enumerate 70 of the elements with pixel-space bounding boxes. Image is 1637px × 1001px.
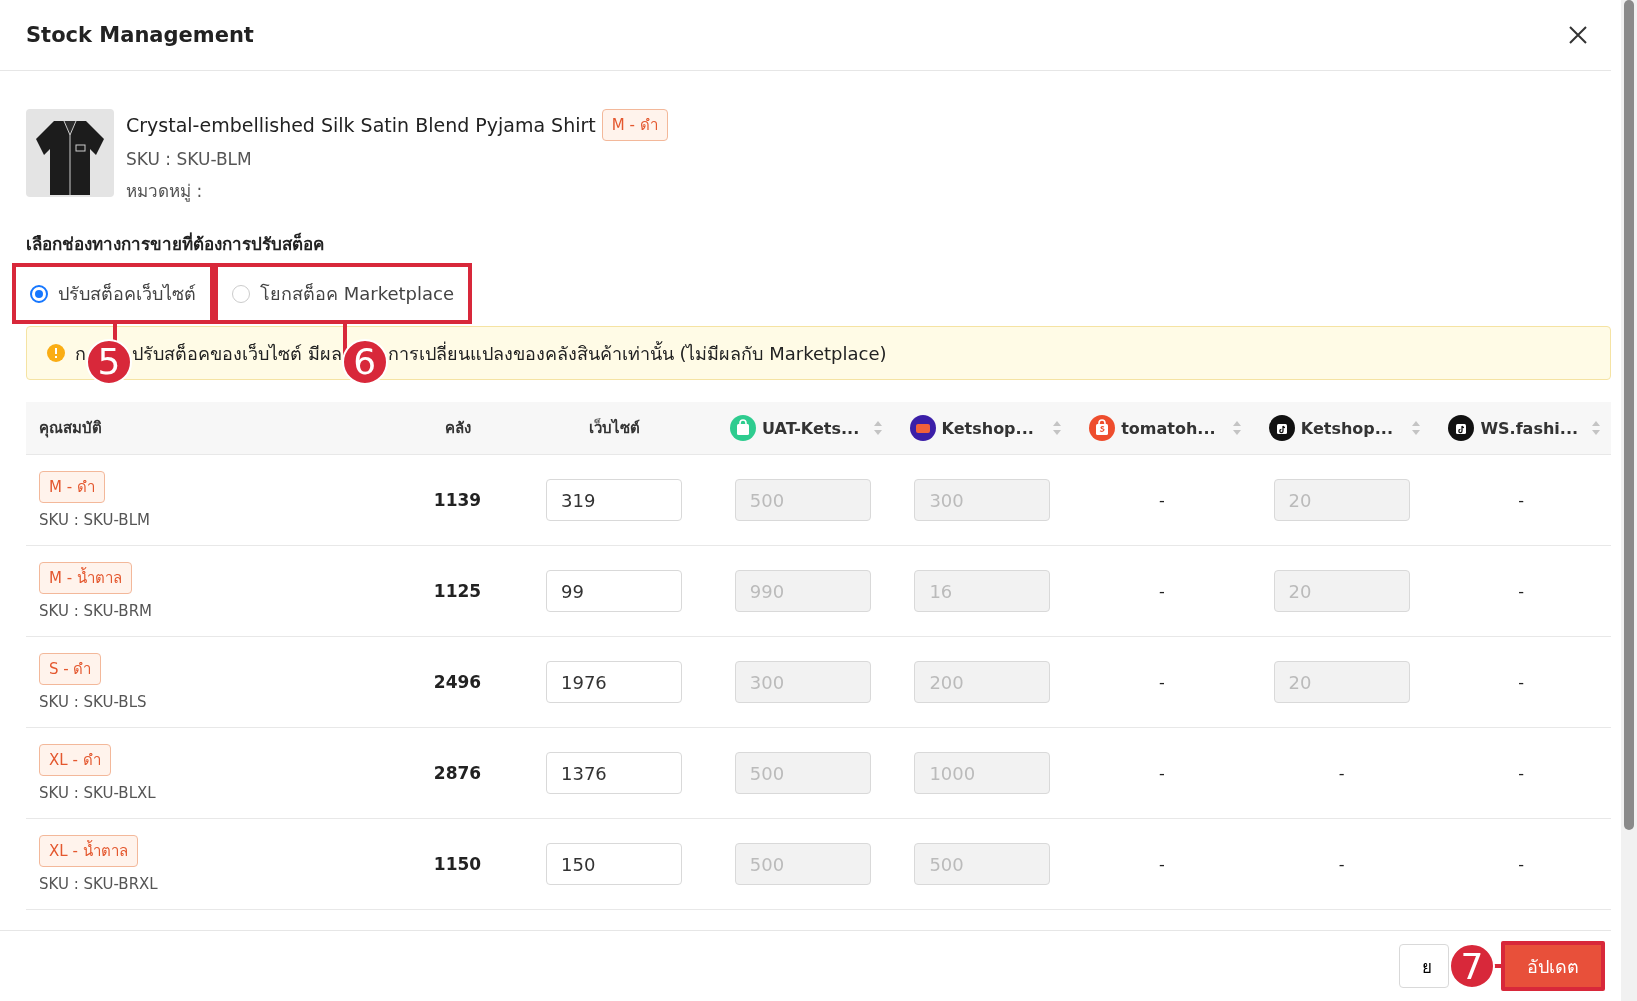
sort-icon[interactable] [1231,420,1242,436]
empty-cell: - [1338,763,1345,783]
variant-tag: M - ดำ [39,471,105,503]
column-header: เว็บไซต์ [588,417,640,439]
cancel-button[interactable]: ย [1399,944,1449,988]
empty-cell: - [1518,672,1525,692]
empty-cell: - [1518,763,1525,783]
empty-cell: - [1338,854,1345,874]
sku-text: SKU : SKU-BLS [39,693,147,711]
window-title: Stock Management [26,23,254,47]
shopping-bag-icon [1089,415,1116,441]
product-name: Crystal-embellished Silk Satin Blend Pyjama Shirt [126,114,596,136]
stock-input[interactable]: 1376 [546,752,682,794]
empty-cell: - [1159,490,1165,510]
variant-tag: M - น้ำตาล [39,562,132,594]
column-header: Ketshop... [941,418,1034,438]
product-sku: SKU : SKU-BLM [126,149,253,169]
sort-icon[interactable] [1411,420,1422,436]
column-header: Ketshop... [1300,418,1393,438]
empty-cell: - [1159,854,1165,874]
music-note-icon [1448,415,1475,441]
column-header: tomatoh... [1121,418,1216,438]
sort-icon[interactable] [1591,420,1601,436]
stock-input[interactable]: 319 [546,479,682,521]
warehouse-stock: 1150 [432,854,483,874]
warehouse-stock: 2496 [432,672,483,692]
column-header: คุณสมบัติ [39,418,102,440]
variant-tag: XL - ดำ [39,744,111,776]
section-heading: เลือกช่องทางการขายที่ต้องการปรับสต็อค [26,231,325,256]
column-header: คลัง [444,418,471,439]
scrollbar-thumb[interactable] [1624,0,1634,830]
sort-icon[interactable] [1052,420,1063,436]
close-icon[interactable] [1567,24,1589,46]
notice-text: ก [75,341,86,366]
sort-icon[interactable] [872,420,883,436]
variant-tag: M - ดำ [601,109,668,141]
empty-cell: - [1518,581,1525,601]
warehouse-stock: 2876 [432,763,483,783]
notice-text: ปรับสต็อคของเว็บไซต์ มีผล [132,341,342,366]
callout-number: 6 [341,338,388,385]
radio-option[interactable]: ปรับสต็อคเว็บไซต์ [12,263,214,324]
notice-text: การเปลี่ยนแปลงของคลังสินค้าเท่านั้น (ไม่มีผลกับ Marketplace) [387,340,887,366]
warning-icon [47,344,65,362]
radio-dot[interactable] [232,284,250,303]
empty-cell: - [1518,490,1525,510]
column-header: WS.fashi... [1480,418,1579,438]
empty-cell: - [1518,854,1525,874]
variant-tag: XL - น้ำตาล [39,835,138,867]
music-note-icon [1268,415,1295,441]
empty-cell: - [1159,763,1165,783]
empty-cell: - [1159,581,1165,601]
column-header: UAT-Kets... [762,418,860,438]
product-category: หมวดหมู่ : [126,180,204,204]
sku-text: SKU : SKU-BLM [39,511,150,529]
empty-cell: - [1159,672,1165,692]
sku-text: SKU : SKU-BRM [39,602,152,620]
warehouse-stock: 1125 [432,581,483,601]
sku-text: SKU : SKU-BRXL [39,875,158,893]
callout-number: 5 [86,338,132,385]
update-button[interactable]: อัปเดต [1501,941,1605,991]
stock-input[interactable]: 1976 [546,661,682,703]
radio-dot[interactable] [30,284,48,303]
shopping-bag-icon [730,415,756,441]
stock-input[interactable]: 150 [546,843,682,885]
warehouse-stock: 1139 [432,490,483,510]
variant-tag: S - ดำ [39,653,102,685]
stock-input[interactable]: 99 [546,570,682,612]
sku-text: SKU : SKU-BLXL [39,784,156,802]
radio-option[interactable]: โยกสต็อค Marketplace [214,263,473,324]
callout-number: 7 [1449,943,1495,989]
